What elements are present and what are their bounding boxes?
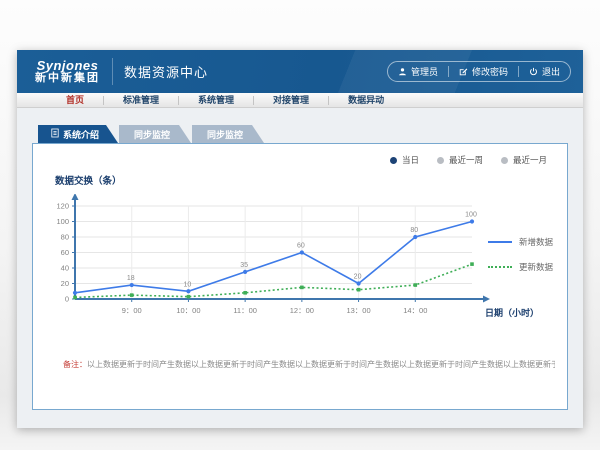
- y-tick-label: 40: [61, 264, 69, 273]
- user-menu-label: 管理员: [411, 65, 438, 78]
- data-point-label: 18: [127, 275, 135, 282]
- data-point[interactable]: [130, 293, 134, 297]
- user-menu-edit[interactable]: 修改密码: [449, 62, 518, 81]
- tab-label: 同步监控: [207, 128, 243, 141]
- page-background: Synjones 新中新集团 数据资源中心 管理员修改密码退出 首页标准管理系统…: [0, 0, 600, 450]
- data-point[interactable]: [470, 262, 474, 266]
- y-tick-label: 0: [65, 295, 69, 304]
- tab-0[interactable]: 系统介绍: [38, 125, 118, 143]
- data-point[interactable]: [413, 235, 417, 239]
- document-icon: [51, 128, 59, 140]
- radio-option-2[interactable]: 最近一月: [501, 154, 547, 166]
- data-point[interactable]: [130, 283, 134, 287]
- tab-2[interactable]: 同步监控: [192, 125, 264, 143]
- app-window: Synjones 新中新集团 数据资源中心 管理员修改密码退出 首页标准管理系统…: [17, 50, 583, 428]
- x-axis-arrow: [483, 296, 490, 303]
- logout-icon: [529, 67, 538, 76]
- data-point[interactable]: [413, 283, 417, 287]
- user-menu-label: 退出: [542, 65, 560, 78]
- tab-1[interactable]: 同步监控: [119, 125, 191, 143]
- data-point[interactable]: [357, 288, 361, 292]
- y-axis-arrow: [72, 194, 79, 200]
- data-point[interactable]: [300, 286, 304, 290]
- data-point-label: 35: [240, 262, 248, 269]
- data-point[interactable]: [73, 291, 77, 295]
- user-menu-label: 修改密码: [472, 65, 508, 78]
- data-point-label: 80: [410, 227, 418, 234]
- data-point[interactable]: [243, 291, 247, 295]
- x-tick-label: 12：00: [290, 306, 314, 315]
- nav-item-0[interactable]: 首页: [47, 93, 103, 108]
- legend-label: 更新数据: [519, 261, 553, 273]
- legend-item-1: 更新数据: [488, 261, 553, 273]
- user-icon: [398, 67, 407, 76]
- legend-label: 新增数据: [519, 236, 553, 248]
- brand-logo-cn: 新中新集团: [35, 73, 100, 85]
- nav-item-4[interactable]: 数据异动: [329, 93, 403, 108]
- user-menu: 管理员 修改密码 退出: [387, 61, 571, 82]
- legend-item-0: 新增数据: [488, 236, 553, 248]
- header-divider: [112, 58, 113, 85]
- user-menu-logout[interactable]: 退出: [519, 62, 570, 81]
- footnote-label: 备注：: [63, 360, 87, 369]
- y-tick-label: 100: [56, 217, 69, 226]
- tab-label: 系统介绍: [63, 128, 99, 141]
- app-header: Synjones 新中新集团 数据资源中心 管理员 修改密码 退出: [17, 50, 583, 93]
- data-point[interactable]: [243, 270, 247, 274]
- data-point[interactable]: [356, 281, 360, 285]
- radio-option-0[interactable]: 当日: [390, 154, 419, 166]
- data-point-label: 100: [465, 212, 477, 219]
- chart-legend: 新增数据更新数据: [488, 236, 553, 286]
- data-point[interactable]: [73, 296, 77, 300]
- chart-x-axis-title: 日期（小时）: [485, 306, 539, 319]
- nav-item-2[interactable]: 系统管理: [179, 93, 253, 108]
- line-chart: 0 20 40 60 80 100 120 9：00 10：00 11：00 12：00 13：00 1…: [39, 194, 499, 344]
- brand-logo: Synjones 新中新集团: [35, 59, 100, 84]
- user-menu-user[interactable]: 管理员: [388, 62, 448, 81]
- edit-icon: [459, 67, 468, 76]
- data-point[interactable]: [300, 250, 304, 254]
- tab-bar: 系统介绍 同步监控 同步监控: [38, 125, 568, 143]
- radio-label: 最近一月: [513, 154, 547, 166]
- app-title: 数据资源中心: [124, 62, 208, 81]
- radio-label: 最近一周: [449, 154, 483, 166]
- main-nav: 首页标准管理系统管理对接管理数据异动: [17, 93, 583, 108]
- time-range-filters: 当日 最近一周 最近一月: [390, 154, 547, 166]
- tab-label: 同步监控: [134, 128, 170, 141]
- x-tick-label: 10：00: [176, 306, 200, 315]
- x-tick-label: 14：00: [403, 306, 427, 315]
- data-point-label: 10: [184, 281, 192, 288]
- nav-item-3[interactable]: 对接管理: [254, 93, 328, 108]
- radio-option-1[interactable]: 最近一周: [437, 154, 483, 166]
- footnote-text: 以上数据更新于时间产生数据以上数据更新于时间产生数据以上数据更新于时间产生数据以…: [87, 360, 555, 369]
- footnote: 备注：以上数据更新于时间产生数据以上数据更新于时间产生数据以上数据更新于时间产生…: [63, 359, 555, 370]
- data-point[interactable]: [187, 295, 191, 299]
- radio-dot: [390, 157, 397, 164]
- legend-sample: [488, 241, 512, 243]
- y-tick-label: 60: [61, 248, 69, 257]
- nav-item-1[interactable]: 标准管理: [104, 93, 178, 108]
- x-tick-label: 9：00: [122, 306, 142, 315]
- radio-label: 当日: [402, 154, 419, 166]
- x-tick-label: 13：00: [346, 306, 370, 315]
- radio-dot: [437, 157, 444, 164]
- brand-logo-en: Synjones: [35, 59, 100, 73]
- chart-y-axis-title: 数据交换（条）: [55, 173, 122, 187]
- y-tick-label: 80: [61, 233, 69, 242]
- content-area: 系统介绍 同步监控 同步监控 当日 最近一周 最近一月 数据交换（条） 0 20 40 60 8…: [17, 108, 583, 410]
- x-tick-label: 11：00: [233, 306, 257, 315]
- data-point-label: 20: [354, 274, 362, 281]
- y-tick-label: 120: [56, 202, 69, 211]
- data-point[interactable]: [470, 219, 474, 223]
- radio-dot: [501, 157, 508, 164]
- legend-sample: [488, 266, 512, 268]
- y-tick-label: 20: [61, 279, 69, 288]
- chart-panel: 当日 最近一周 最近一月 数据交换（条） 0 20 40 60 80 100 120 9：00 10…: [32, 143, 568, 410]
- data-point-label: 60: [297, 243, 305, 250]
- data-point[interactable]: [186, 289, 190, 293]
